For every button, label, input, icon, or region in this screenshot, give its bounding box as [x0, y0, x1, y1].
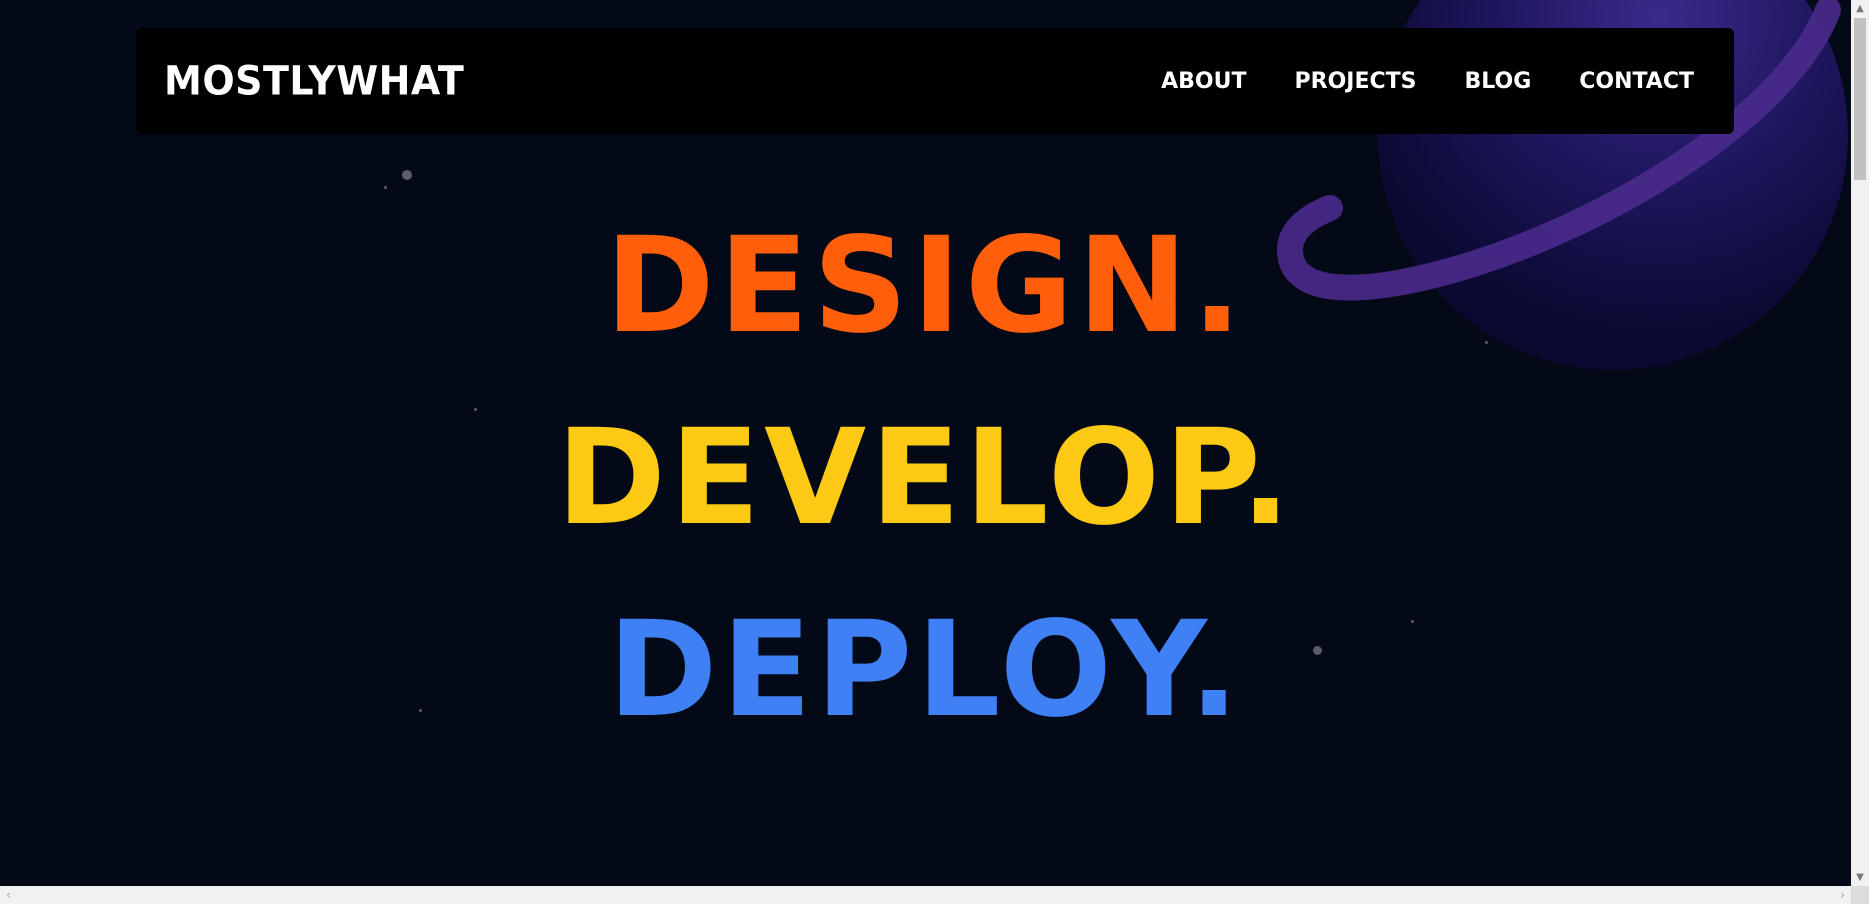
- nav-link-projects[interactable]: PROJECTS: [1295, 69, 1417, 94]
- chevron-left-icon[interactable]: ‹: [0, 886, 17, 904]
- star-decoration: [402, 170, 412, 180]
- scrollbar-corner: [1851, 886, 1869, 904]
- hero-line-deploy: DEPLOY.: [607, 593, 1244, 747]
- chevron-down-icon[interactable]: ▼: [1851, 869, 1869, 886]
- vertical-scrollbar[interactable]: ▲ ▼: [1851, 0, 1869, 886]
- chevron-up-icon[interactable]: ▲: [1851, 0, 1869, 17]
- page-viewport: MOSTLYWHAT ABOUT PROJECTS BLOG CONTACT D…: [0, 0, 1851, 886]
- nav-links: ABOUT PROJECTS BLOG CONTACT: [1161, 69, 1694, 94]
- scrollbar-thumb[interactable]: [1854, 18, 1866, 180]
- top-navbar: MOSTLYWHAT ABOUT PROJECTS BLOG CONTACT: [136, 28, 1734, 134]
- nav-link-about[interactable]: ABOUT: [1161, 69, 1246, 94]
- chevron-right-icon[interactable]: ›: [1834, 886, 1851, 904]
- star-decoration: [384, 186, 387, 189]
- brand-logo[interactable]: MOSTLYWHAT: [164, 58, 464, 104]
- horizontal-scrollbar[interactable]: ‹ ›: [0, 886, 1851, 904]
- nav-link-contact[interactable]: CONTACT: [1579, 69, 1694, 94]
- nav-link-blog[interactable]: BLOG: [1464, 69, 1531, 94]
- hero-line-design: DESIGN.: [605, 209, 1246, 363]
- hero-headline: DESIGN. DEVELOP. DEPLOY.: [0, 190, 1851, 766]
- hero-line-develop: DEVELOP.: [556, 401, 1295, 555]
